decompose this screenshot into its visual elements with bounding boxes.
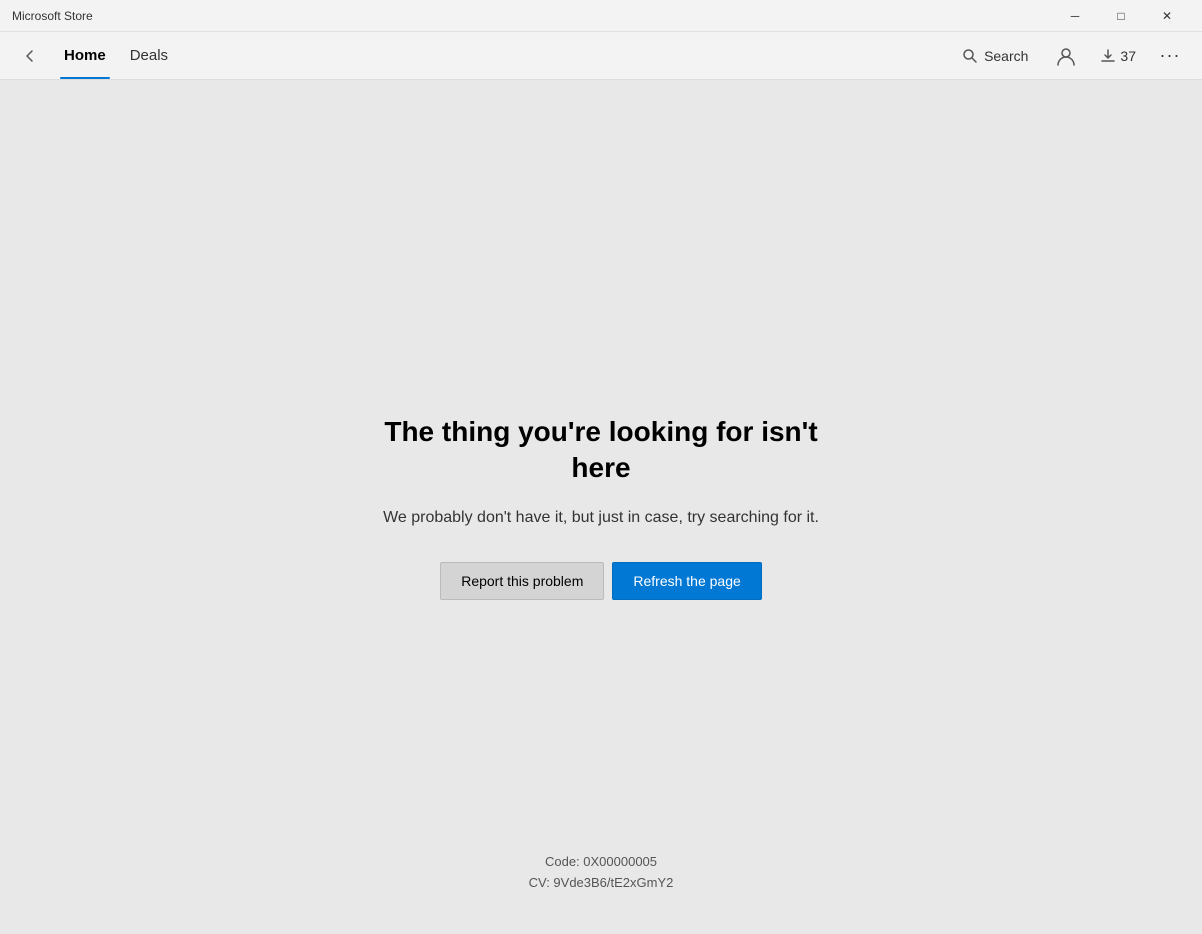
- download-icon: [1100, 48, 1116, 64]
- error-container: The thing you're looking for isn't here …: [351, 414, 851, 601]
- nav-right: Search 37 ···: [948, 36, 1190, 76]
- main-content: The thing you're looking for isn't here …: [0, 80, 1202, 934]
- downloads-button[interactable]: 37: [1090, 42, 1146, 70]
- search-button[interactable]: Search: [948, 42, 1042, 70]
- title-bar: Microsoft Store ─ □ ✕: [0, 0, 1202, 32]
- minimize-button[interactable]: ─: [1052, 0, 1098, 32]
- back-button[interactable]: [12, 38, 48, 74]
- error-title: The thing you're looking for isn't here: [351, 414, 851, 487]
- app-title: Microsoft Store: [12, 9, 1052, 23]
- tab-deals[interactable]: Deals: [118, 32, 180, 79]
- maximize-button[interactable]: □: [1098, 0, 1144, 32]
- report-problem-button[interactable]: Report this problem: [440, 562, 604, 600]
- nav-tabs: Home Deals: [52, 32, 180, 79]
- error-cv: CV: 9Vde3B6/tE2xGmY2: [529, 873, 674, 894]
- refresh-page-button[interactable]: Refresh the page: [612, 562, 761, 600]
- more-button[interactable]: ···: [1150, 36, 1190, 76]
- error-code: Code: 0X00000005: [529, 852, 674, 873]
- search-icon: [962, 48, 978, 64]
- error-buttons: Report this problem Refresh the page: [440, 562, 762, 600]
- close-button[interactable]: ✕: [1144, 0, 1190, 32]
- error-subtitle: We probably don't have it, but just in c…: [383, 506, 819, 530]
- account-icon: [1055, 45, 1077, 67]
- back-icon: [22, 48, 38, 64]
- window-controls: ─ □ ✕: [1052, 0, 1190, 32]
- account-button[interactable]: [1046, 36, 1086, 76]
- tab-home[interactable]: Home: [52, 32, 118, 79]
- download-count: 37: [1120, 48, 1136, 64]
- nav-bar: Home Deals Search 37 ···: [0, 32, 1202, 80]
- footer-info: Code: 0X00000005 CV: 9Vde3B6/tE2xGmY2: [529, 852, 674, 894]
